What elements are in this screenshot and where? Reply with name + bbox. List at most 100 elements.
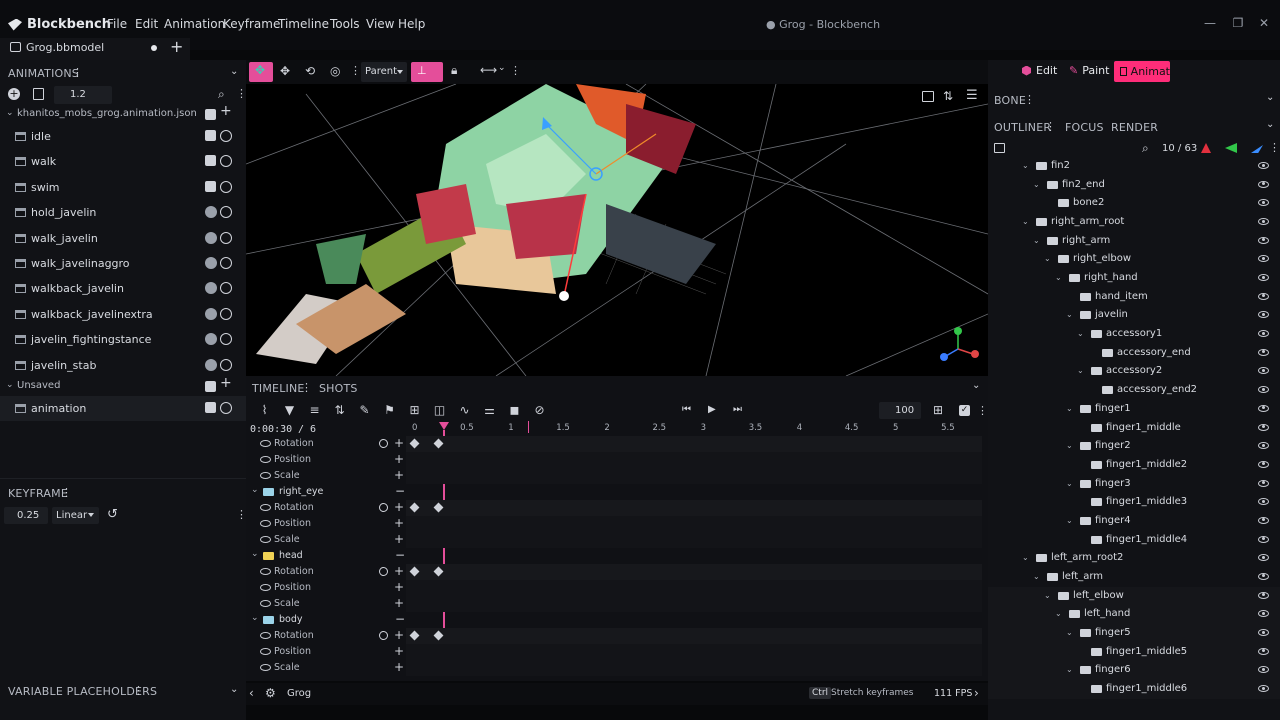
outliner-item-finger1_middle6[interactable]: finger1_middle6 [988,680,1280,699]
close-icon[interactable]: ✕ [1254,13,1274,33]
play-icon[interactable]: ▶ [708,404,716,415]
chevron-down-icon[interactable]: ⌄ [1266,92,1274,103]
chevron-down-icon[interactable]: ⌄ [1066,479,1076,489]
outliner-item-left_elbow[interactable]: ⌄ left_elbow [988,586,1280,606]
eye-icon[interactable] [1258,199,1269,207]
mute-icon[interactable] [379,439,388,448]
play-circle-icon[interactable] [220,180,232,193]
add-keyframe-icon[interactable]: + [394,436,404,450]
chevron-down-icon[interactable]: ⌄ [1044,591,1054,601]
chevron-down-icon[interactable]: ⌄ [1022,217,1032,227]
animation-item-walkback_javelinextra[interactable]: walkback_javelinextra [0,302,246,327]
mute-icon[interactable] [379,567,388,576]
eye-icon[interactable] [1258,330,1269,338]
cube-icon[interactable]: ◼ [502,403,527,417]
eye-icon[interactable] [1258,423,1269,431]
animation-item-javelin_stab[interactable]: javelin_stab [0,353,246,378]
chevron-down-icon[interactable]: ⌄ [1066,665,1076,675]
saved-check-icon[interactable] [205,358,217,371]
mode-edit[interactable]: Edit [1022,64,1057,77]
new-tab-button[interactable]: + [170,37,183,56]
chevron-down-icon[interactable]: ⌄ [1033,572,1043,582]
grid-icon[interactable]: ⊞ [933,403,943,417]
tab-shots[interactable]: SHOTS [319,382,358,395]
saved-check-icon[interactable] [205,257,217,269]
eye-icon[interactable] [260,600,271,607]
chevron-right-icon[interactable]: › [974,686,979,700]
keyframe-marker[interactable] [433,630,444,641]
add-keyframe-icon[interactable]: + [394,644,404,658]
timeline-channel-rotation[interactable]: Rotation + [246,564,982,580]
menu-edit[interactable]: Edit [135,17,158,31]
mirror-modeling-button[interactable] [411,62,443,82]
eye-icon[interactable] [1258,404,1269,412]
snap-icon[interactable]: ⟷ [480,63,497,77]
chevron-down-icon[interactable]: ⌄ [1077,366,1087,376]
lock-icon[interactable]: 🔒︎ [451,63,457,78]
eye-icon[interactable] [260,632,271,639]
add-keyframe-icon[interactable]: + [394,452,404,466]
panel-menu-icon[interactable]: ⋮ [301,381,312,394]
timeline-group-right_eye[interactable]: ⌄ right_eye − [246,484,982,500]
mode-paint[interactable]: ✎ Paint [1069,64,1109,77]
eye-icon[interactable] [1258,647,1269,655]
outliner-item-fin2[interactable]: ⌄ fin2 [988,157,1280,176]
outliner-item-right_arm_root[interactable]: ⌄ right_arm_root [988,213,1280,232]
unsaved-group-row[interactable]: ⌄ Unsaved + [0,375,246,395]
chevron-down-icon[interactable]: ⌄ [1033,180,1043,190]
add-keyframe-icon[interactable]: ⊞ [402,403,427,417]
more-icon[interactable]: ⋮ [977,404,988,417]
panel-menu-icon[interactable]: ⋮ [1045,120,1056,133]
skip-forward-icon[interactable]: ⏭ [733,404,742,415]
outliner-item-accessory1[interactable]: ⌄ accessory1 [988,325,1280,344]
mute-icon[interactable] [379,503,388,512]
chevron-left-icon[interactable]: ‹ [249,686,254,700]
outliner-item-accessory_end[interactable]: accessory_end [988,344,1280,363]
eye-icon[interactable] [1258,666,1269,674]
outliner-item-finger4[interactable]: ⌄ finger4 [988,512,1280,531]
keyframe-marker[interactable] [409,438,420,449]
filter-icon[interactable]: ▼ [277,403,302,417]
timeline-channel-rotation[interactable]: Rotation + [246,628,982,644]
menu-timeline[interactable]: Timeline [278,17,329,31]
skip-back-icon[interactable]: ⏮ [682,404,691,415]
search-icon[interactable]: ⌕ [218,87,225,102]
timeline-channel-position[interactable]: Position + [246,644,982,660]
timeline-channel-rotation[interactable]: Rotation + [246,500,982,516]
keyframe-marker[interactable] [409,566,420,577]
list-icon[interactable]: ≡ [302,403,327,417]
save-icon[interactable] [205,180,216,192]
add-keyframe-icon[interactable]: + [394,532,404,546]
chevron-down-icon[interactable]: ⌄ [1066,628,1076,638]
tab-render[interactable]: RENDER [1111,121,1158,134]
add-icon[interactable]: + [220,375,232,391]
add-keyframe-icon[interactable]: + [394,596,404,610]
eye-icon[interactable] [260,440,271,447]
outliner-item-right_elbow[interactable]: ⌄ right_elbow [988,250,1280,269]
rotate-icon[interactable]: ⟲ [305,64,315,78]
outliner-item-accessory_end2[interactable]: accessory_end2 [988,381,1280,400]
timeline-channel-position[interactable]: Position + [246,516,982,532]
chevron-down-icon[interactable]: ⌄ [230,684,238,695]
chevron-down-icon[interactable]: ⌄ [1066,441,1076,451]
eye-icon[interactable] [1258,460,1269,468]
outliner-item-finger5[interactable]: ⌄ finger5 [988,624,1280,643]
panel-menu-icon[interactable]: ⋮ [1024,93,1035,106]
menu-tools[interactable]: Tools [330,17,360,31]
more-icon[interactable]: ⋮ [350,64,361,77]
curve-icon[interactable]: ∿ [452,403,477,417]
saved-check-icon[interactable] [205,206,217,219]
eye-icon[interactable] [1258,311,1269,319]
chevron-down-icon[interactable]: ⌄ [498,63,506,73]
timeline-channel-position[interactable]: Position + [246,452,982,468]
saved-check-icon[interactable] [205,282,217,295]
play-circle-icon[interactable] [220,206,232,219]
eye-icon[interactable] [1258,348,1269,356]
save-all-icon[interactable] [205,381,216,392]
play-circle-icon[interactable] [220,231,232,244]
eye-icon[interactable] [1258,162,1269,169]
chevron-down-icon[interactable]: ⌄ [1066,404,1076,414]
outliner-item-left_arm[interactable]: ⌄ left_arm [988,568,1280,587]
flag-icon[interactable]: ⚑ [377,403,402,417]
pencil-icon[interactable]: ✎ [352,403,377,417]
